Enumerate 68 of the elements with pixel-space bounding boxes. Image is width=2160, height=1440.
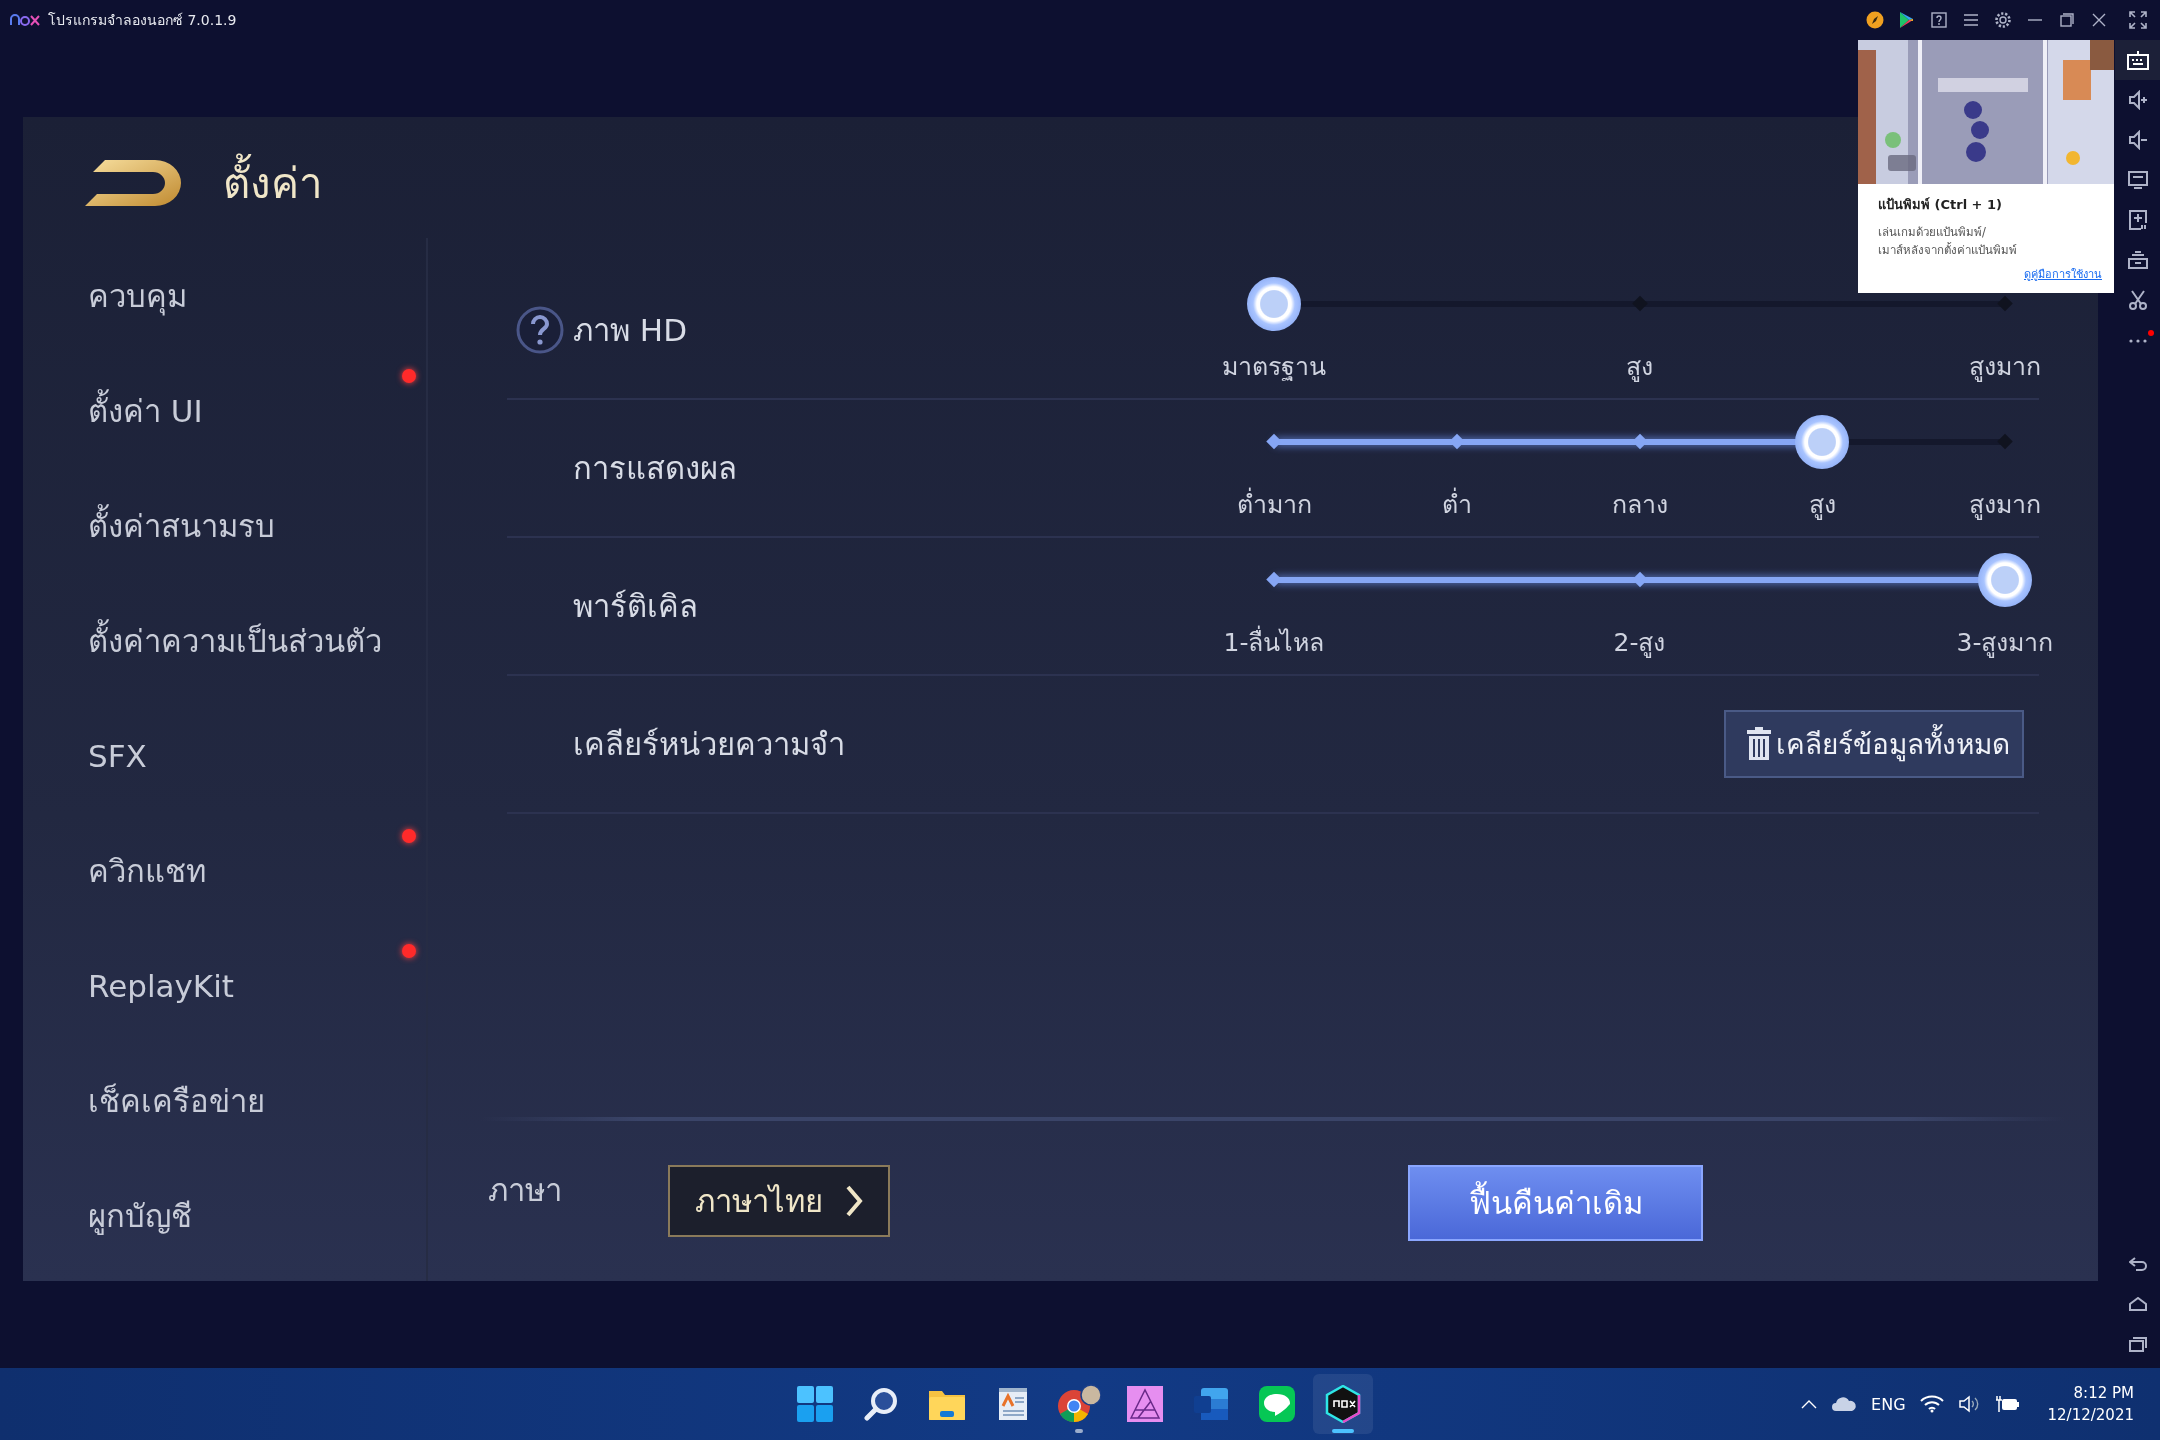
option-label[interactable]: มาตรฐาน [1222, 346, 1326, 386]
option-label[interactable]: สูงมาก [1969, 484, 2041, 524]
page-title: ตั้งค่า [223, 149, 323, 216]
logo-icon [10, 14, 40, 26]
back-icon [2128, 1257, 2147, 1271]
emulator-icon [1325, 1385, 1361, 1423]
sidebar-item[interactable]: ควิกแชท [88, 845, 206, 896]
volume-icon[interactable] [1957, 1395, 1980, 1413]
tooltip-text: เมาส์หลังจากตั้งค่าแป้นพิมพ์ [1878, 241, 2018, 259]
stack-icon [2127, 251, 2148, 269]
option-label[interactable]: 2-สูง [1613, 622, 1666, 662]
document-icon [997, 1386, 1029, 1422]
keyboard-icon [2126, 50, 2149, 70]
chat-app-icon [1259, 1386, 1295, 1422]
option-label[interactable]: 3-สูงมาก [1956, 622, 2054, 662]
recents-icon [2128, 1336, 2147, 1352]
clock-time[interactable]: 8:12 PM [2073, 1382, 2134, 1404]
option-label[interactable]: สูงมาก [1969, 346, 2041, 386]
search-icon [864, 1387, 898, 1421]
chevron-up-icon[interactable] [1801, 1399, 1818, 1409]
option-label[interactable]: ต่ำ [1441, 484, 1472, 524]
more-icon [2127, 337, 2148, 343]
setting-label: พาร์ติเคิล [573, 587, 698, 626]
window-title: โปรแกรมจำลองนอกซ์ 7.0.1.9 [48, 11, 237, 30]
setting-label: ภาพ HD [573, 311, 688, 350]
start-icon [797, 1386, 833, 1422]
back-logo-icon[interactable] [85, 157, 183, 208]
option-label[interactable]: ต่ำมาก [1236, 484, 1312, 524]
browser-icon [1057, 1384, 1101, 1424]
photo-app-icon [1127, 1386, 1163, 1422]
clock-date[interactable]: 12/12/2021 [2047, 1404, 2134, 1426]
sidebar-item[interactable]: เช็คเครือข่าย [88, 1075, 265, 1126]
volume-down-icon [2127, 130, 2148, 150]
battery-icon[interactable] [1993, 1395, 2020, 1413]
option-label[interactable]: 1-ลื่นไหล [1223, 622, 1325, 662]
wifi-icon[interactable] [1919, 1395, 1944, 1413]
taskbar-app[interactable] [1313, 1374, 1373, 1434]
sidebar-item[interactable]: SFX [88, 737, 147, 774]
apk-install-icon [2128, 210, 2147, 230]
tooltip-title: แป้นพิมพ์ (Ctrl + 1) [1878, 196, 2004, 214]
sidebar-item[interactable]: ผูกบัญชี [88, 1190, 192, 1241]
option-label[interactable]: กลาง [1611, 484, 1668, 524]
tooltip-text: เล่นเกมด้วยแป้นพิมพ์/ [1878, 224, 1987, 241]
language-button[interactable]: ภาษาไทย [668, 1165, 890, 1237]
option-label[interactable]: สูง [1626, 346, 1653, 386]
language-label: ภาษา [488, 1171, 563, 1210]
clear-data-button[interactable]: เคลียร์ข้อมูลทั้งหมด [1724, 710, 2024, 778]
input-language[interactable]: ENG [1871, 1394, 1906, 1414]
guide-link[interactable]: ดูคู่มือการใช้งาน [2024, 265, 2102, 283]
setting-label: การแสดงผล [573, 449, 737, 488]
sidebar-item[interactable]: ตั้งค่า UI [88, 385, 203, 436]
help-icon[interactable] [515, 305, 565, 355]
restore-defaults-button[interactable]: ฟื้นคืนค่าเดิม [1408, 1165, 1703, 1241]
chevron-right-icon [845, 1184, 863, 1218]
document-editor-icon [1193, 1387, 1229, 1421]
toolbar-button[interactable] [2115, 40, 2160, 80]
cloud-icon[interactable] [1831, 1396, 1858, 1412]
option-label[interactable]: สูง [1808, 484, 1836, 524]
volume-up-icon [2127, 90, 2148, 110]
sidebar-item[interactable]: ReplayKit [88, 967, 234, 1004]
monitor-icon [2127, 171, 2148, 189]
sidebar-item[interactable]: ตั้งค่าความเป็นส่วนตัว [88, 615, 382, 666]
sidebar-item[interactable]: ตั้งค่าสนามรบ [88, 500, 275, 551]
trash-icon [1746, 727, 1772, 761]
scissors-icon [2128, 290, 2147, 310]
sidebar-item[interactable]: ควบคุม [88, 270, 187, 321]
setting-label: เคลียร์หน่วยความจำ [573, 725, 845, 764]
home-icon [2128, 1297, 2147, 1311]
